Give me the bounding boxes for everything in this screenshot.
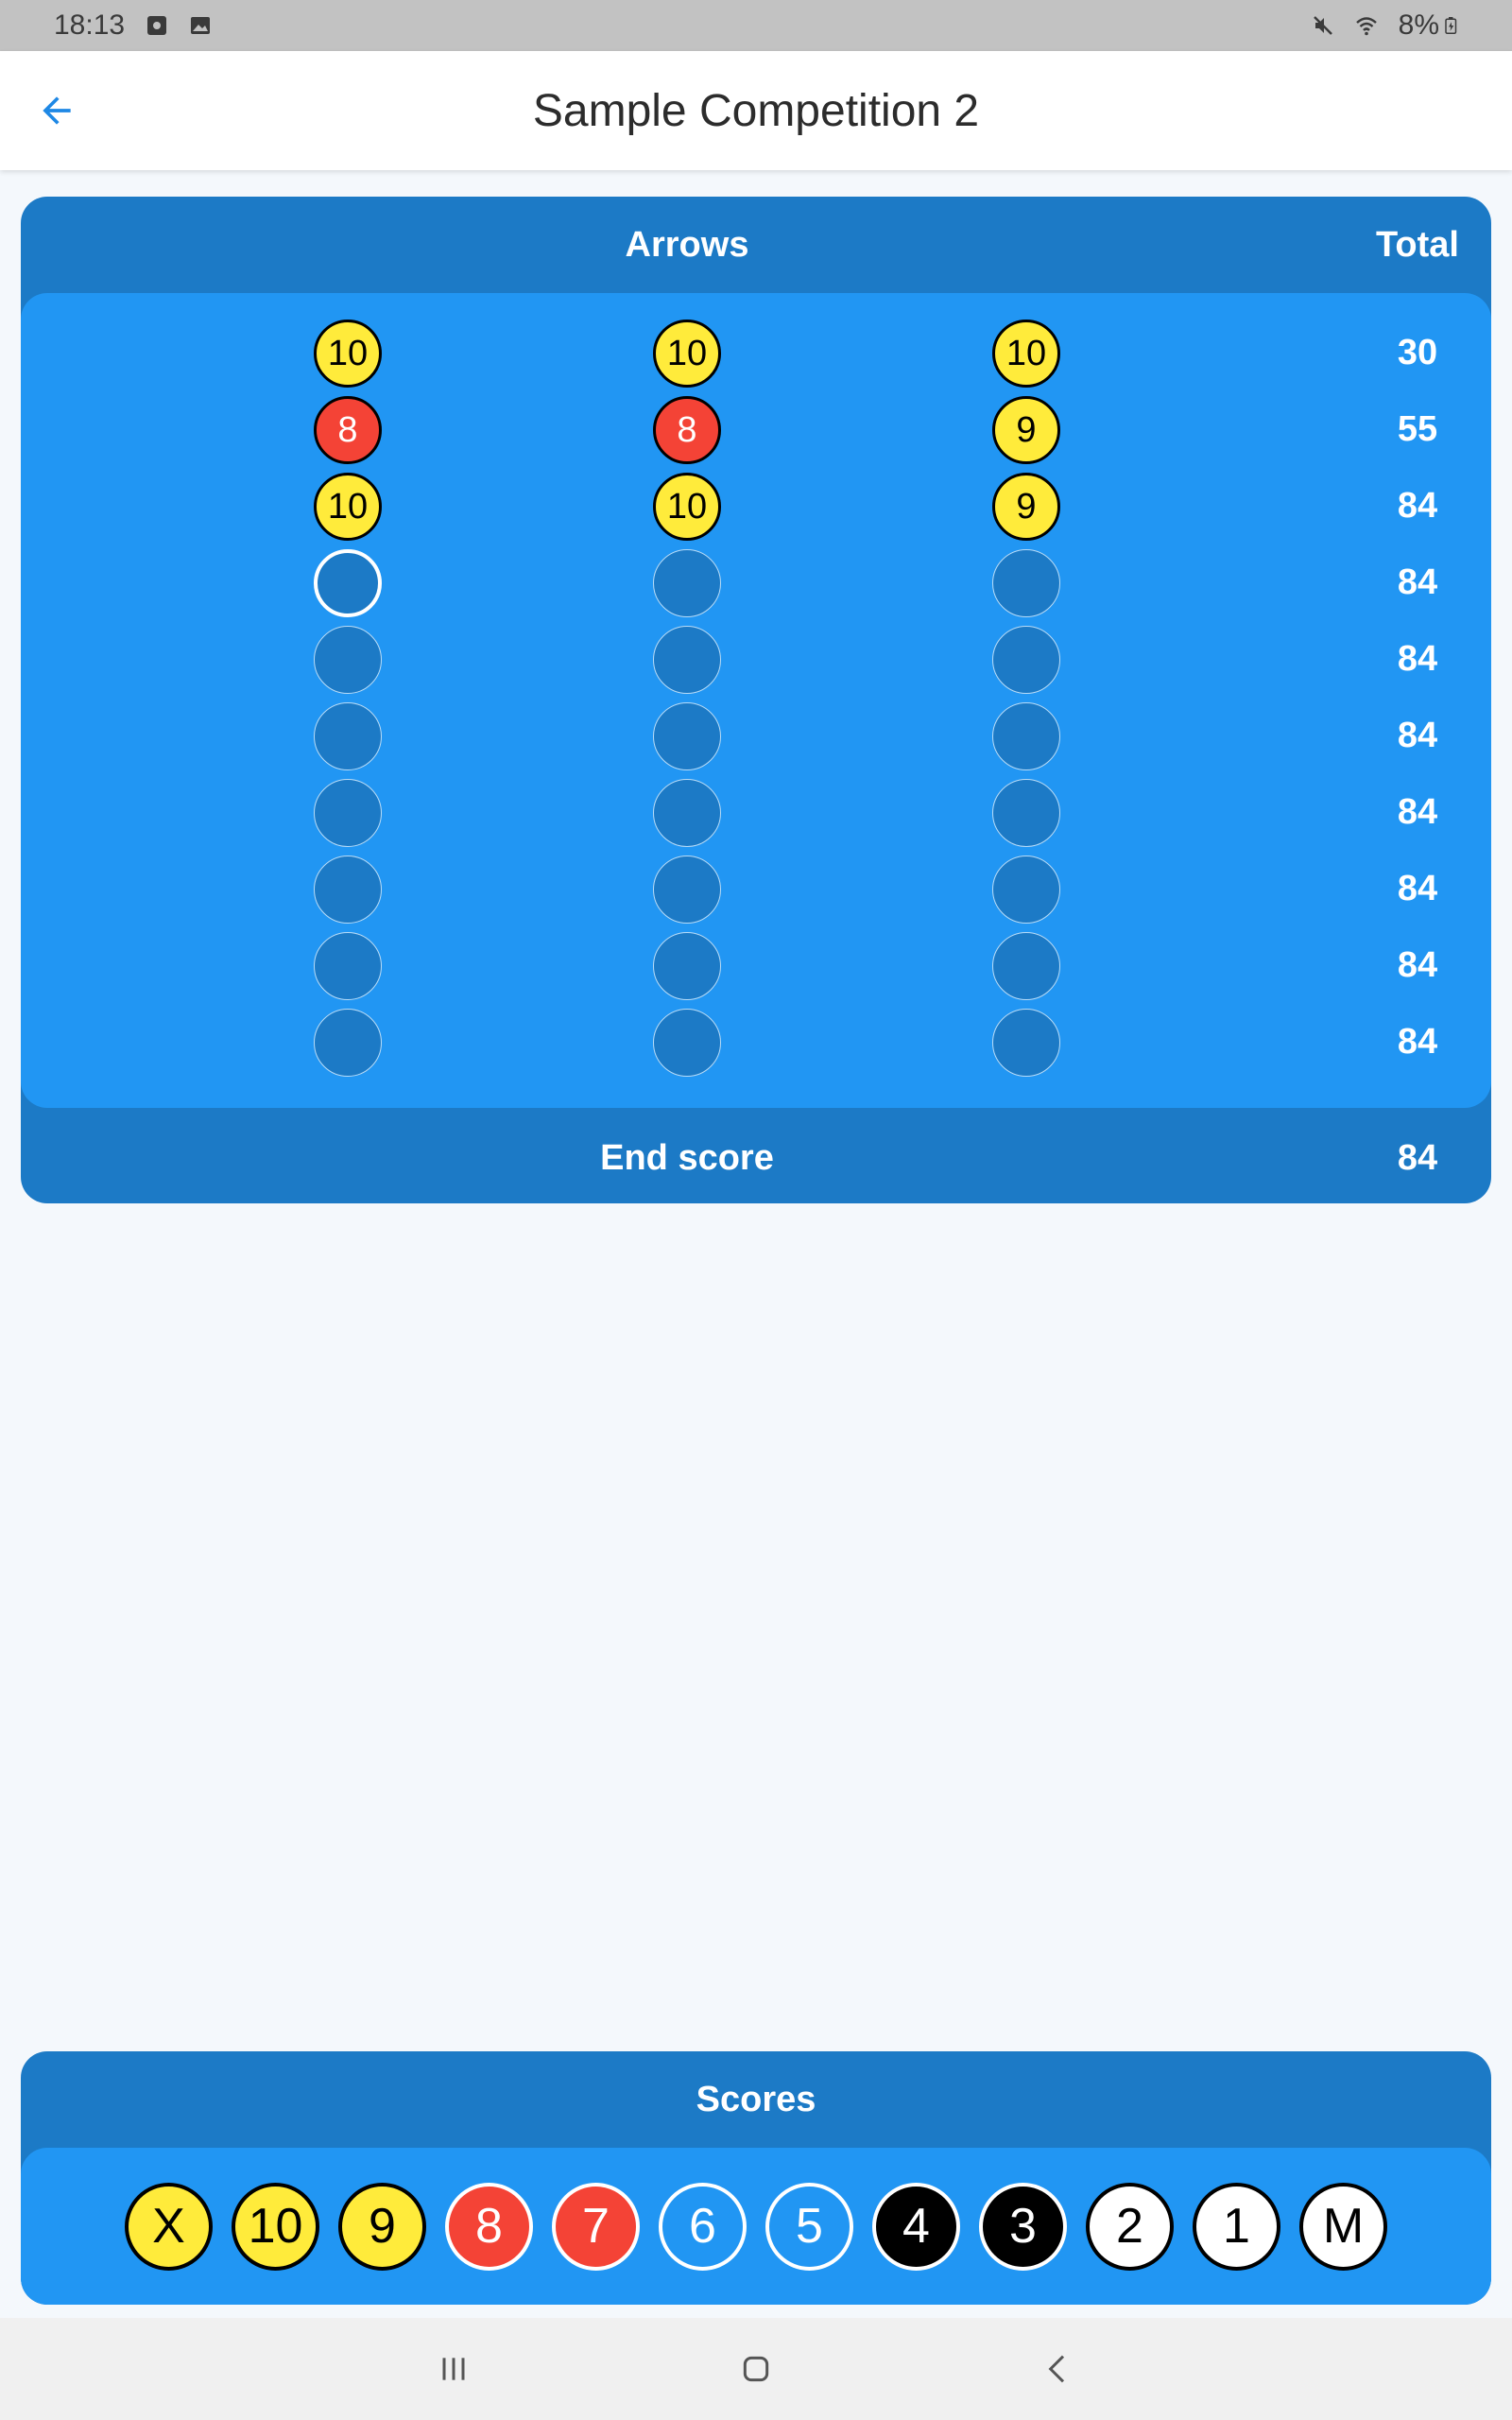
arrow-slot[interactable] [653, 1009, 721, 1077]
end-row: 84 [21, 775, 1491, 852]
recent-apps-button[interactable] [416, 2331, 491, 2407]
score-button[interactable]: 10 [232, 2182, 319, 2271]
score-button[interactable]: 9 [338, 2182, 426, 2271]
arrows-grid: 10 10 10 30 8 8 9 55 10 10 9 84 84 84 84 84 84 84 84 [21, 293, 1491, 1108]
arrow-slot[interactable] [992, 626, 1060, 694]
row-total: 55 [1397, 409, 1438, 449]
end-row: 10 10 9 84 [21, 469, 1491, 545]
system-nav-bar [0, 2318, 1512, 2420]
mute-icon [1313, 16, 1332, 35]
score-button[interactable]: 4 [872, 2182, 960, 2271]
arrow-slot[interactable] [314, 702, 382, 770]
score-buttons: X 10 9 8 7 6 5 4 3 2 1 M [21, 2148, 1491, 2305]
arrow-slot[interactable] [992, 779, 1060, 847]
arrow-slot[interactable] [992, 856, 1060, 924]
row-total: 84 [1397, 1022, 1438, 1062]
page-title: Sample Competition 2 [532, 85, 980, 136]
arrow-slot[interactable] [314, 779, 382, 847]
row-total: 30 [1397, 333, 1438, 372]
status-right: 8% [1312, 9, 1460, 42]
status-left: 18:13 [54, 9, 212, 42]
row-total: 84 [1397, 792, 1438, 832]
score-button[interactable]: X [125, 2182, 213, 2271]
battery-level: 8% [1398, 9, 1439, 41]
total-header: Total [1376, 225, 1459, 265]
arrow-slot[interactable] [653, 626, 721, 694]
arrow-slot[interactable] [314, 549, 382, 617]
image-icon [191, 17, 211, 34]
card-footer: End score 84 [21, 1108, 1491, 1203]
end-row: 84 [21, 622, 1491, 699]
end-row: 8 8 9 55 [21, 392, 1491, 469]
score-button[interactable]: 2 [1086, 2182, 1174, 2271]
end-card: Arrows Total 10 10 10 30 8 8 9 55 10 10 9 84 84 84 84 8… [21, 197, 1491, 1203]
back-button[interactable] [28, 82, 85, 139]
row-total: 84 [1397, 869, 1438, 908]
end-score-value: 84 [1397, 1138, 1438, 1178]
row-total: 84 [1397, 486, 1438, 526]
score-button[interactable]: 1 [1193, 2182, 1280, 2271]
score-button[interactable]: 3 [979, 2182, 1067, 2271]
end-row: 84 [21, 852, 1491, 928]
arrow-slot[interactable] [992, 932, 1060, 1000]
wifi-icon [1355, 17, 1377, 36]
score-button[interactable]: 8 [445, 2182, 533, 2271]
chevron-left-icon [1048, 2355, 1065, 2383]
end-row: 84 [21, 1005, 1491, 1081]
arrow-slot[interactable] [992, 549, 1060, 617]
score-button[interactable]: 5 [765, 2182, 853, 2271]
scores-panel: Scores X 10 9 8 7 6 5 4 3 2 1 M [21, 2051, 1491, 2305]
app-bar: Sample Competition 2 [0, 51, 1512, 170]
arrow-slot[interactable] [653, 549, 721, 617]
arrow-back-icon [43, 96, 71, 125]
score-button[interactable]: 6 [659, 2182, 747, 2271]
end-score-label: End score [600, 1138, 774, 1178]
scores-title: Scores [696, 2080, 816, 2119]
arrow-slot[interactable]: 9 [992, 396, 1060, 464]
end-row: 84 [21, 545, 1491, 622]
home-button[interactable] [718, 2331, 794, 2407]
arrow-slot[interactable]: 10 [653, 320, 721, 388]
recent-apps-icon [442, 2358, 465, 2380]
arrow-slot[interactable]: 8 [653, 396, 721, 464]
arrow-slot[interactable] [992, 1009, 1060, 1077]
arrow-slot[interactable]: 9 [992, 473, 1060, 541]
arrow-slot[interactable] [653, 856, 721, 924]
arrow-slot[interactable] [653, 932, 721, 1000]
status-bar: 18:13 8% [0, 0, 1512, 51]
arrow-slot[interactable] [314, 1009, 382, 1077]
arrow-slot[interactable] [314, 626, 382, 694]
battery-icon [1445, 17, 1457, 34]
arrow-slot[interactable] [314, 932, 382, 1000]
row-total: 84 [1397, 562, 1438, 602]
row-total: 84 [1397, 639, 1438, 679]
row-total: 84 [1397, 716, 1438, 755]
arrow-slot[interactable] [653, 702, 721, 770]
arrow-slot[interactable]: 10 [992, 320, 1060, 388]
end-row: 10 10 10 30 [21, 316, 1491, 392]
arrow-slot[interactable]: 10 [314, 473, 382, 541]
arrow-slot[interactable] [992, 702, 1060, 770]
arrow-slot[interactable]: 10 [653, 473, 721, 541]
arrow-slot[interactable]: 10 [314, 320, 382, 388]
home-icon [743, 2356, 769, 2382]
arrows-header: Arrows [625, 225, 749, 265]
row-total: 84 [1397, 945, 1438, 985]
back-nav-button[interactable] [1021, 2331, 1096, 2407]
score-button[interactable]: 7 [552, 2182, 640, 2271]
arrow-slot[interactable] [314, 856, 382, 924]
battery: 8% [1399, 9, 1460, 42]
card-header: Arrows Total [21, 197, 1491, 293]
end-row: 84 [21, 699, 1491, 775]
score-button[interactable]: M [1299, 2182, 1387, 2271]
arrow-slot[interactable] [653, 779, 721, 847]
end-row: 84 [21, 928, 1491, 1005]
arrow-slot[interactable]: 8 [314, 396, 382, 464]
notification-icon [147, 16, 167, 35]
clock: 18:13 [54, 9, 126, 41]
